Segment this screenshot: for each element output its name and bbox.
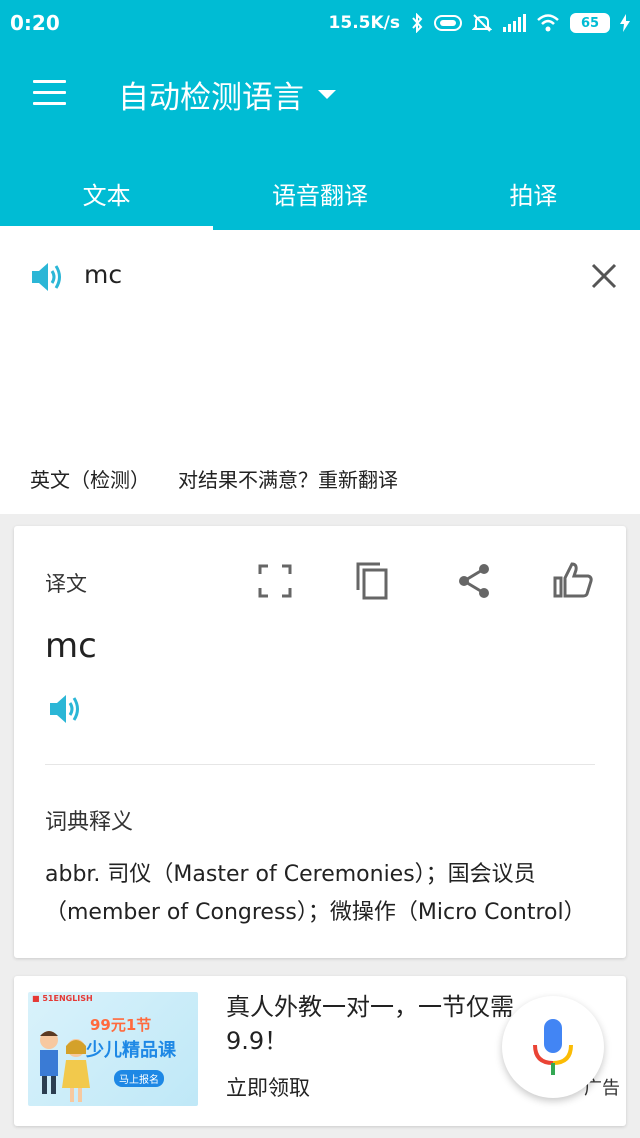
status-bar: 0:20 15.5K/s 65 — [0, 0, 640, 46]
signal-icon — [502, 14, 526, 32]
tab-photo-translate[interactable]: 拍译 — [427, 156, 640, 230]
bluetooth-icon — [410, 13, 424, 33]
translation-result: mc — [45, 626, 97, 666]
ad-image[interactable]: ■ 51ENGLISH 99元1节 少儿精品课 马上报名 — [28, 992, 198, 1106]
detected-language: 英文（检测） — [30, 468, 150, 492]
dictionary-definition: abbr. 司仪（Master of Ceremonies）；国会议员（memb… — [45, 862, 586, 925]
menu-icon[interactable] — [30, 76, 70, 112]
input-area[interactable]: mc 英文（检测） 对结果不满意？重新翻译 — [0, 230, 640, 514]
tab-voice-translate[interactable]: 语音翻译 — [213, 156, 426, 230]
ad-image-badge: 99元1节 — [90, 1016, 152, 1034]
copy-icon[interactable] — [352, 560, 394, 602]
share-icon[interactable] — [454, 560, 496, 602]
dictionary-title: 词典释义 — [45, 810, 134, 835]
divider — [45, 764, 595, 765]
language-selector[interactable]: 自动检测语言 — [118, 72, 336, 116]
ad-image-signup: 马上报名 — [114, 1070, 164, 1087]
network-speed: 15.5K/s — [328, 13, 400, 33]
ad-cta-link[interactable]: 立即领取 — [226, 1072, 310, 1102]
hd-icon — [434, 14, 462, 32]
ad-image-headline: 少儿精品课 — [86, 1040, 176, 1061]
microphone-button[interactable] — [502, 996, 604, 1098]
charging-icon — [620, 14, 630, 32]
app-header: 自动检测语言 文本 语音翻译 拍译 — [0, 46, 640, 230]
detect-row: 英文（检测） 对结果不满意？重新翻译 — [30, 464, 398, 493]
close-icon[interactable] — [588, 260, 620, 292]
ad-brand-logo: ■ 51ENGLISH — [32, 994, 93, 1003]
result-speaker-icon[interactable] — [48, 692, 84, 730]
kid-illustration — [40, 1031, 58, 1094]
battery-icon: 65 — [570, 13, 610, 33]
thumbs-up-icon[interactable] — [552, 560, 594, 602]
microphone-icon — [533, 1019, 573, 1075]
wifi-icon — [536, 14, 560, 32]
chevron-down-icon — [318, 89, 336, 99]
translation-card: 译文 mc 词典释义 abbr. 司仪（Master of Ceremonies… — [14, 526, 626, 958]
speaker-icon[interactable] — [30, 260, 66, 298]
language-selector-label: 自动检测语言 — [118, 79, 304, 116]
mute-icon — [472, 13, 492, 33]
retranslate-link[interactable]: 对结果不满意？重新翻译 — [178, 464, 398, 493]
status-time: 0:20 — [10, 11, 60, 35]
tab-bar: 文本 语音翻译 拍译 — [0, 156, 640, 230]
ad-title[interactable]: 真人外教一对一，一节仅需9.9！ — [226, 990, 526, 1058]
translation-card-title: 译文 — [45, 572, 87, 596]
tab-text[interactable]: 文本 — [0, 156, 214, 230]
status-icons: 15.5K/s 65 — [329, 13, 630, 33]
fullscreen-icon[interactable] — [254, 560, 296, 602]
input-text[interactable]: mc — [84, 260, 122, 289]
